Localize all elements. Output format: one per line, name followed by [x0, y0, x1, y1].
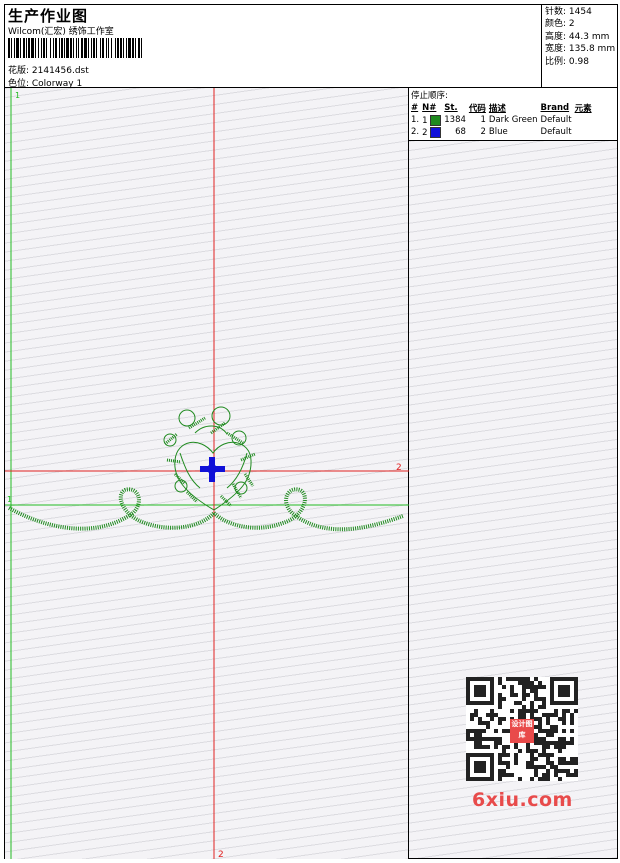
col-code: 代码: [468, 103, 486, 114]
barcode: [8, 38, 142, 58]
stat-scale: 比例: 0.98: [545, 56, 589, 67]
stop-sequence-panel: 停止顺序: # N# St. 代码 描述 Brand 元素 1. 1 1384: [409, 88, 617, 141]
color-swatch: [430, 126, 442, 138]
stop-sequence-table: # N# St. 代码 描述 Brand 元素 1. 1 1384 1 Dark…: [411, 101, 595, 138]
embroidery-preview: 1 1 2 2: [5, 88, 409, 860]
blue-cross: [200, 457, 225, 482]
col-element: 元素: [574, 103, 592, 114]
axis-label-green-top: 1: [15, 91, 20, 100]
table-row: 2. 2 68 2 Blue Default: [411, 126, 572, 138]
stat-height: 高度: 44.3 mm: [545, 31, 610, 42]
col-description: 描述: [488, 103, 506, 114]
green-swag: [8, 487, 404, 532]
col-stitches: St.: [444, 102, 458, 113]
stat-stitches: 针数: 1454: [545, 7, 592, 17]
col-brand: Brand: [540, 102, 570, 113]
stat-colors: 颜色: 2: [545, 19, 575, 30]
watermark-site: 6xiu.com: [472, 789, 573, 811]
axis-label-red-bottom: 2: [218, 850, 224, 859]
stats-panel: 针数: 1454 颜色: 2 高度: 44.3 mm 宽度: 135.8 mm …: [542, 5, 617, 88]
stat-width: 宽度: 135.8 mm: [545, 44, 616, 55]
axis-label-green-left: 1: [7, 495, 12, 504]
color-swatch: [430, 114, 442, 126]
col-needle: N#: [422, 102, 437, 113]
header-panel: 生产作业图 Wilcom(汇宏) 绣饰工作室 花版: 2141456.dst 色…: [5, 5, 542, 89]
design-canvas: 1 1 2 2: [5, 88, 409, 860]
axis-label-red-right: 2: [396, 463, 402, 473]
stop-sequence-title: 停止顺序:: [411, 91, 448, 101]
col-index: #: [411, 102, 419, 113]
watermark-logo: 设计图库: [510, 719, 534, 743]
table-row: 1. 1 1384 1 Dark Green Default: [411, 114, 572, 126]
design-file: 花版: 2141456.dst: [8, 66, 89, 76]
company-name: Wilcom(汇宏) 绣饰工作室: [8, 27, 114, 37]
page-title: 生产作业图: [8, 7, 89, 25]
floral-ornament: [163, 406, 252, 511]
